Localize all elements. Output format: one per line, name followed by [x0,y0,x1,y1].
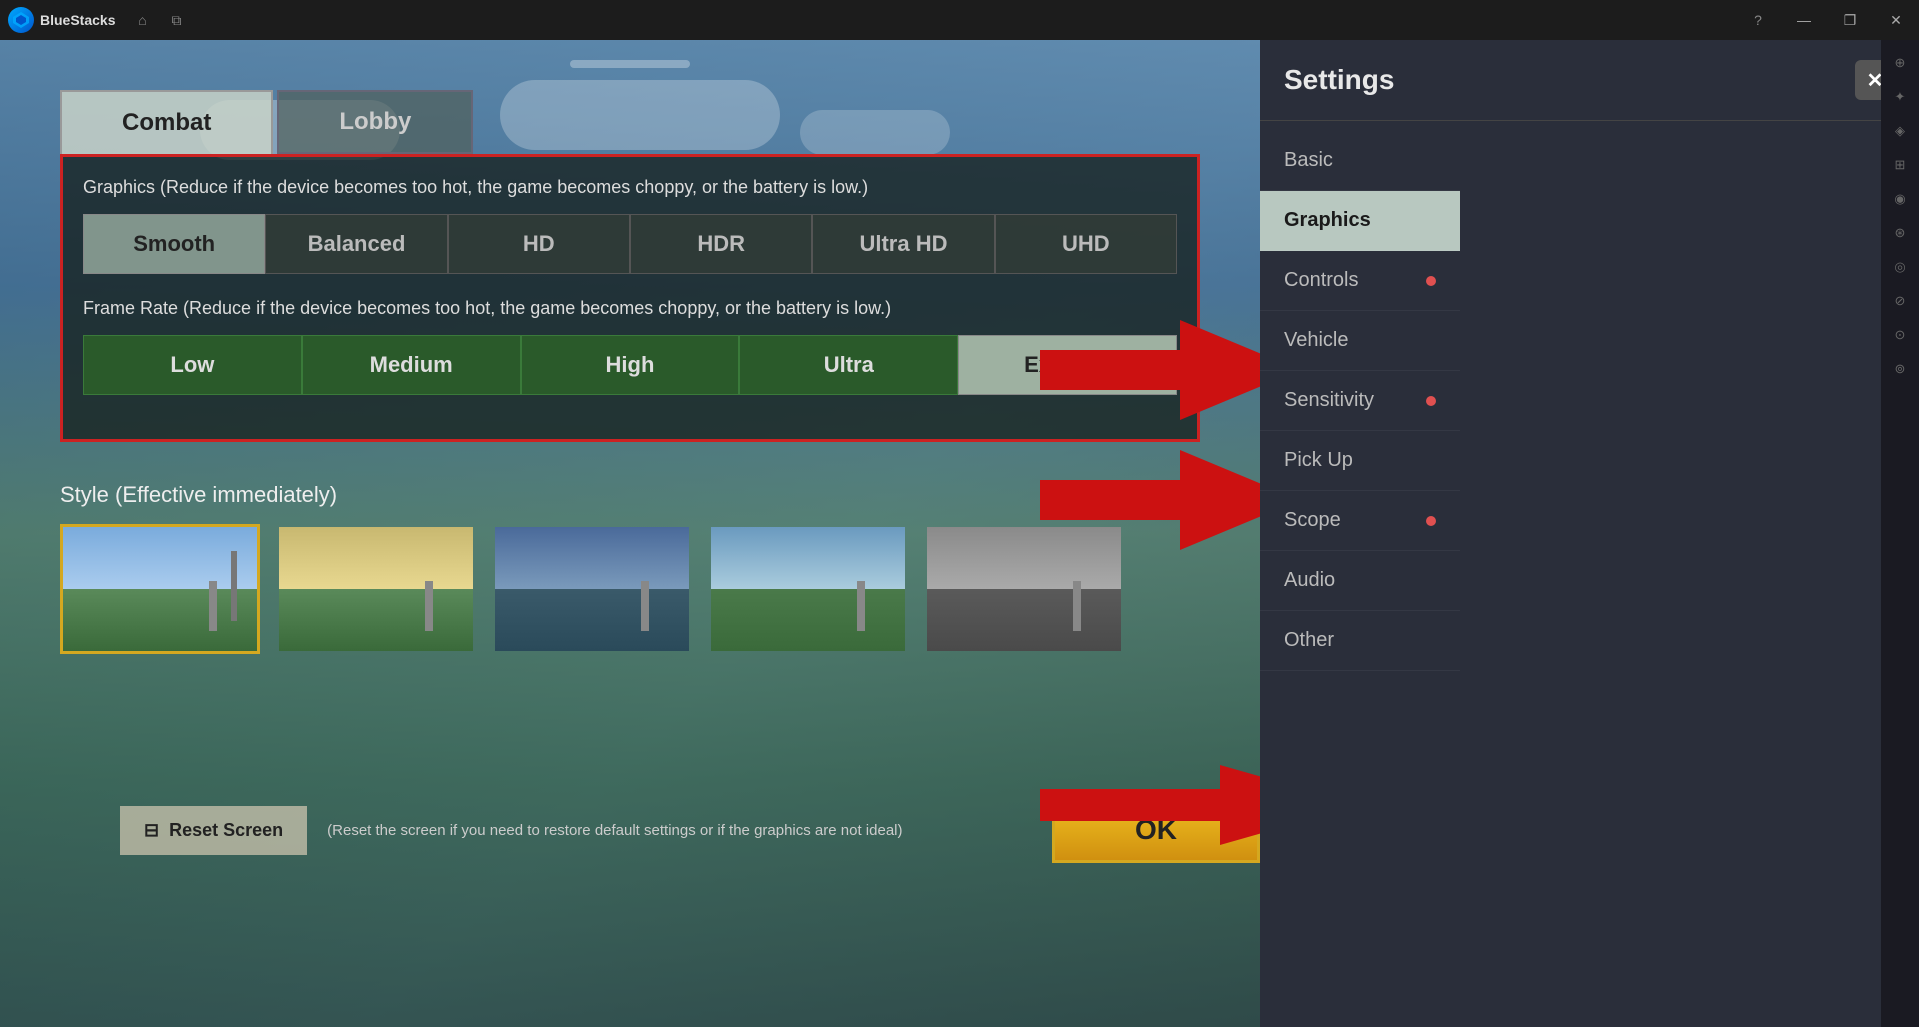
style-thumb-3[interactable] [492,524,692,654]
restore-button[interactable]: ❐ [1827,0,1873,40]
settings-header: Settings ✕ [1260,40,1919,121]
settings-nav: Basic Graphics Controls Vehicle Sensitiv… [1260,121,1460,1027]
nav-item-basic[interactable]: Basic [1260,131,1460,191]
app-icon [8,7,34,33]
controls-dot [1426,276,1436,286]
nav-item-graphics[interactable]: Graphics [1260,191,1460,251]
tabs-row: Combat Lobby [60,90,1200,154]
nav-icons: ⌂ ⧉ [127,5,191,35]
game-settings-overlay: Combat Lobby Graphics (Reduce if the dev… [60,90,1200,870]
graphics-label: Graphics (Reduce if the device becomes t… [83,177,1177,198]
nav-item-vehicle[interactable]: Vehicle [1260,311,1460,371]
settings-title: Settings [1284,64,1394,96]
framerate-medium[interactable]: Medium [302,335,521,395]
titlebar: BlueStacks ⌂ ⧉ ? — ❐ ✕ [0,0,1919,40]
sidebar-icon-6[interactable]: ⊛ [1885,218,1915,248]
reset-note: (Reset the screen if you need to restore… [327,822,1032,839]
scroll-indicator [570,60,690,68]
help-icon[interactable]: ? [1743,5,1773,35]
minimize-button[interactable]: — [1781,0,1827,40]
arrow-ok [1040,765,1260,850]
sidebar-icon-8[interactable]: ⊘ [1885,286,1915,316]
style-thumb-1[interactable] [60,524,260,654]
nav-item-controls[interactable]: Controls [1260,251,1460,311]
reset-label: Reset Screen [169,820,283,841]
style-label: Style (Effective immediately) [60,482,1200,508]
sidebar-icon-2[interactable]: ✦ [1885,82,1915,112]
sidebar-right: ⊕ ✦ ◈ ⊞ ◉ ⊛ ◎ ⊘ ⊙ ⊚ [1881,40,1919,1027]
app-logo: BlueStacks [8,7,115,33]
style-section: Style (Effective immediately) [60,472,1200,664]
sidebar-icon-3[interactable]: ◈ [1885,116,1915,146]
app-name: BlueStacks [40,12,115,28]
nav-label-controls: Controls [1284,269,1358,292]
style-thumb-4[interactable] [708,524,908,654]
framerate-high[interactable]: High [521,335,740,395]
reset-icon: ⊟ [144,820,159,841]
nav-item-sensitivity[interactable]: Sensitivity [1260,371,1460,431]
scope-dot [1426,516,1436,526]
nav-label-scope: Scope [1284,509,1341,532]
nav-item-other[interactable]: Other [1260,611,1460,671]
framerate-ultra[interactable]: Ultra [739,335,958,395]
quality-hdr[interactable]: HDR [630,214,812,274]
quality-ultra-hd[interactable]: Ultra HD [812,214,994,274]
nav-label-pickup: Pick Up [1284,449,1353,472]
sidebar-icon-1[interactable]: ⊕ [1885,48,1915,78]
style-thumb-2[interactable] [276,524,476,654]
quality-balanced[interactable]: Balanced [265,214,447,274]
sensitivity-dot [1426,396,1436,406]
nav-label-other: Other [1284,629,1334,652]
reset-screen-button[interactable]: ⊟ Reset Screen [120,806,307,855]
nav-item-scope[interactable]: Scope [1260,491,1460,551]
arrow-graphics [1040,320,1260,425]
quality-hd[interactable]: HD [448,214,630,274]
nav-label-vehicle: Vehicle [1284,329,1349,352]
nav-label-graphics: Graphics [1284,209,1371,232]
home-icon[interactable]: ⌂ [127,5,157,35]
graphics-quality-row: Smooth Balanced HD HDR Ultra HD UHD [83,214,1177,274]
framerate-low[interactable]: Low [83,335,302,395]
sidebar-icon-9[interactable]: ⊙ [1885,320,1915,350]
graphics-settings-box: Graphics (Reduce if the device becomes t… [60,154,1200,442]
window-controls: ? — ❐ ✕ [1743,0,1919,40]
sidebar-icon-10[interactable]: ⊚ [1885,354,1915,384]
tab-combat[interactable]: Combat [60,90,273,154]
quality-uhd[interactable]: UHD [995,214,1177,274]
style-thumbnails [60,524,1200,654]
nav-item-audio[interactable]: Audio [1260,551,1460,611]
sidebar-icon-7[interactable]: ◎ [1885,252,1915,282]
tab-lobby[interactable]: Lobby [277,90,473,154]
sidebar-icon-4[interactable]: ⊞ [1885,150,1915,180]
close-button[interactable]: ✕ [1873,0,1919,40]
nav-label-audio: Audio [1284,569,1335,592]
nav-label-basic: Basic [1284,149,1333,172]
framerate-row: Low Medium High Ultra Extreme [83,335,1177,395]
framerate-label: Frame Rate (Reduce if the device becomes… [83,298,1177,319]
multi-instance-icon[interactable]: ⧉ [161,5,191,35]
sidebar-icon-5[interactable]: ◉ [1885,184,1915,214]
game-area: Combat Lobby Graphics (Reduce if the dev… [0,40,1260,1027]
quality-smooth[interactable]: Smooth [83,214,265,274]
nav-label-sensitivity: Sensitivity [1284,389,1374,412]
settings-body: Basic Graphics Controls Vehicle Sensitiv… [1260,121,1919,1027]
arrow-framerate [1040,450,1260,555]
nav-item-pickup[interactable]: Pick Up [1260,431,1460,491]
settings-panel: Settings ✕ Basic Graphics Controls Vehic… [1260,40,1919,1027]
